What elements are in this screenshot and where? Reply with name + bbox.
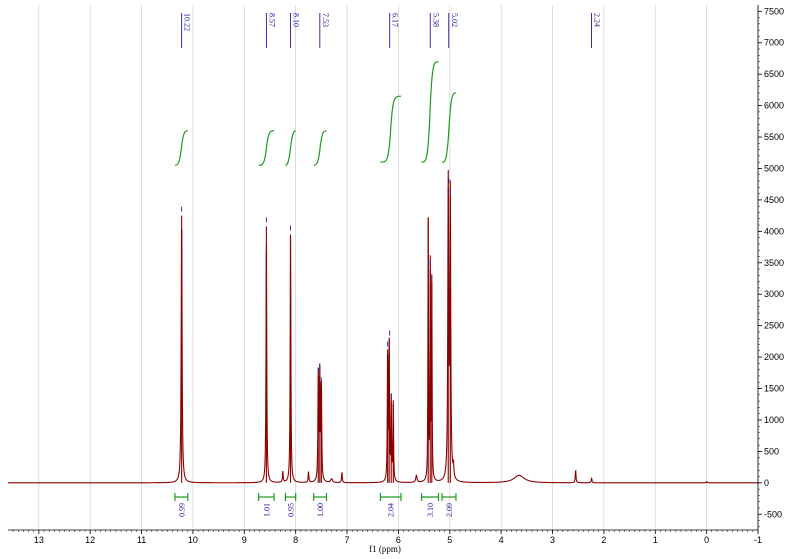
x-tick-label: 0 xyxy=(704,535,709,545)
spectrum-trace xyxy=(8,170,758,484)
spectrum-line xyxy=(8,170,758,484)
nmr-spectrum-chart: 0.99 1.01 0.95 1.00 2.04 3.10 2.09 10.22 8.57 8.… xyxy=(8,5,784,554)
x-tick-label: 7 xyxy=(345,535,350,545)
x-tick-label: 2 xyxy=(601,535,606,545)
integral-value: 2.04 xyxy=(387,503,396,517)
y-tick-label: 1500 xyxy=(764,384,784,394)
y-tick-label: 2000 xyxy=(764,352,784,362)
y-tick-label: 7500 xyxy=(764,6,784,16)
integral-curve xyxy=(285,130,296,166)
y-tick-label: 6500 xyxy=(764,69,784,79)
x-tick-label: 13 xyxy=(34,535,44,545)
peak-label-text: 2.24 xyxy=(593,13,602,27)
y-tick-label: 5000 xyxy=(764,163,784,173)
x-tick-label: 11 xyxy=(137,535,146,545)
x-tick-label: 12 xyxy=(85,535,95,545)
x-tick-label: 8 xyxy=(293,535,298,545)
y-tick-label: 4000 xyxy=(764,226,784,236)
axes: 13 12 11 10 9 8 7 6 5 4 3 2 1 0 -1-5000500100015002000… xyxy=(8,5,784,545)
peak-label-text: 7.53 xyxy=(321,13,330,27)
x-tick-label: 4 xyxy=(499,535,504,545)
y-tick-label: 3500 xyxy=(764,258,784,268)
integral-region-markers: 0.99 1.01 0.95 1.00 2.04 3.10 2.09 xyxy=(174,493,457,517)
integral-curve xyxy=(421,60,439,163)
x-tick-label: 10 xyxy=(188,535,198,545)
peak-label-text: 5.02 xyxy=(450,13,459,27)
x-tick-label: 1 xyxy=(653,535,658,545)
peak-label-text: 8.57 xyxy=(267,13,276,27)
integral-value: 3.10 xyxy=(426,503,435,517)
peak-label-text: 10.22 xyxy=(183,13,192,31)
integral-curve xyxy=(380,95,401,163)
peak-label-text: 6.17 xyxy=(391,13,400,27)
integral-curve xyxy=(174,130,188,166)
y-tick-label: 4500 xyxy=(764,195,784,205)
y-tick-label: 1000 xyxy=(764,415,784,425)
x-tick-label: 3 xyxy=(550,535,555,545)
x-tick-label: -1 xyxy=(754,535,762,545)
x-tick-label: 5 xyxy=(447,535,452,545)
x-axis-label: f1 (ppm) xyxy=(369,544,401,554)
y-tick-label: 5500 xyxy=(764,132,784,142)
integral-value: 1.01 xyxy=(262,503,271,517)
x-tick-label: 9 xyxy=(242,535,247,545)
peak-label-text: 5.38 xyxy=(431,13,440,27)
integral-curve xyxy=(442,92,456,163)
y-tick-label: 3000 xyxy=(764,289,784,299)
integral-curves xyxy=(174,60,456,166)
integral-value: 0.95 xyxy=(287,503,296,517)
peak-label-text: 8.10 xyxy=(292,13,301,27)
y-tick-label: 2500 xyxy=(764,321,784,331)
y-tick-label: 7000 xyxy=(764,38,784,48)
integral-value: 0.99 xyxy=(177,503,186,517)
integral-curve xyxy=(313,130,327,166)
y-tick-label: 6000 xyxy=(764,101,784,111)
grid-lines xyxy=(38,5,759,530)
y-tick-label: 500 xyxy=(764,446,779,456)
y-tick-label: 0 xyxy=(764,478,769,488)
integral-value: 2.09 xyxy=(445,503,454,517)
integral-curve xyxy=(258,130,275,166)
y-tick-label: -500 xyxy=(764,509,782,519)
integral-value: 1.00 xyxy=(316,503,325,517)
